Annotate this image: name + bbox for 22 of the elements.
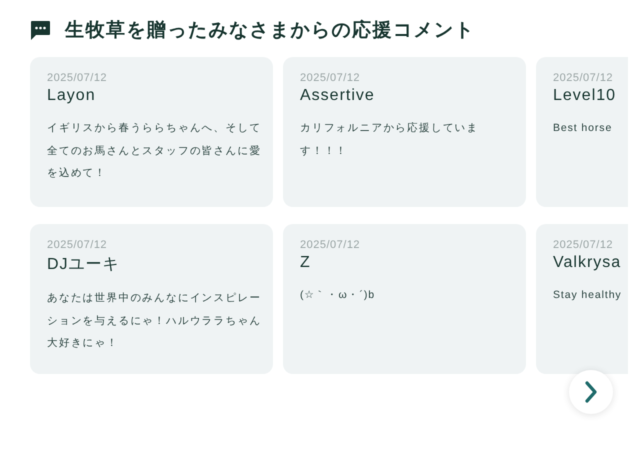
commenter-name: Z: [300, 254, 312, 272]
commenter-name: Assertive: [300, 87, 376, 105]
next-button[interactable]: [569, 370, 613, 414]
comment-text: カリフォルニアから応援しています！！！: [300, 121, 480, 158]
commenter-name: Layon: [47, 87, 97, 105]
comment-date: 2025/07/12: [300, 239, 362, 251]
comment-icon: [30, 20, 51, 40]
comment-text: イギリスから春うららちゃんへ、そして全てのお馬さんとスタッフの皆さんに愛を込めて！: [47, 121, 262, 181]
section-title: 生牧草を贈ったみなさまからの応援コメント: [65, 18, 475, 43]
comment-date: 2025/07/12: [553, 72, 614, 84]
comment-date: 2025/07/12: [47, 72, 108, 84]
commenter-name: Level10: [553, 87, 618, 105]
commenter-name: DJユーキ: [47, 255, 121, 275]
comment-date: 2025/07/12: [47, 239, 108, 251]
comment-date: 2025/07/12: [553, 239, 614, 251]
commenter-name: Valkrysa: [553, 254, 622, 272]
comment-text: (☆｀・ω・´)b: [300, 288, 376, 303]
comment-text: あなたは世界中のみんなにインスピレーションを与えるにゃ！ハルウララちゃん大好きにゃ！: [47, 291, 262, 351]
comment-text: Stay healthy: [553, 288, 623, 303]
comment-text: Best horse: [553, 121, 614, 136]
comment-date: 2025/07/12: [300, 72, 362, 84]
chevron-right-icon: [584, 381, 598, 403]
